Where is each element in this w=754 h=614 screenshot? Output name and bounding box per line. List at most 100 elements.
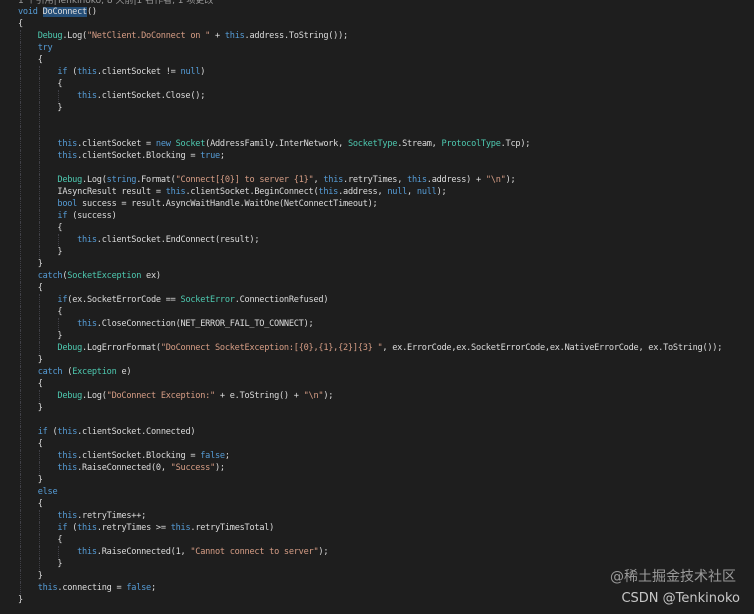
code-token: , (313, 175, 324, 185)
code-token: } (57, 559, 63, 569)
code-token: { (18, 19, 23, 29)
code-line[interactable] (0, 126, 754, 138)
code-token: { (57, 535, 63, 545)
code-line[interactable]: { (0, 282, 754, 294)
code-token: .Tcp); (500, 139, 531, 149)
code-token: ; (224, 451, 230, 461)
code-line[interactable]: { (0, 534, 754, 546)
code-token: catch (37, 271, 63, 281)
code-line[interactable]: catch(SocketException ex) (0, 270, 754, 282)
code-line[interactable]: if(ex.SocketErrorCode == SocketError.Con… (0, 294, 754, 306)
code-token: this (77, 523, 97, 533)
code-line[interactable]: } (0, 354, 754, 366)
code-token: this (57, 139, 78, 149)
code-line[interactable]: { (0, 378, 754, 390)
code-line[interactable]: } (0, 402, 754, 414)
code-line[interactable]: { (0, 306, 754, 318)
code-editor[interactable]: 1 个引用|Tenkinoko, 8 天前|1 名作者, 1 项更改 void … (0, 0, 754, 614)
code-line[interactable]: Debug.Log("NetClient.DoConnect on " + th… (0, 30, 754, 42)
code-line[interactable]: this.RaiseConnected(0, "Success"); (0, 462, 754, 474)
code-line[interactable]: this.clientSocket.EndConnect(result); (0, 234, 754, 246)
code-line[interactable]: { (0, 78, 754, 90)
code-line[interactable]: this.clientSocket = new Socket(AddressFa… (0, 138, 754, 150)
code-token: } (57, 331, 63, 341)
code-line[interactable]: } (0, 474, 754, 486)
code-line[interactable]: if (success) (0, 210, 754, 222)
code-line[interactable] (0, 162, 754, 174)
code-line[interactable]: } (0, 102, 754, 114)
code-token: Debug (37, 31, 63, 41)
code-token: (success) (67, 211, 117, 221)
code-line[interactable]: this.retryTimes++; (0, 510, 754, 522)
code-token: Exception (72, 367, 117, 377)
code-line[interactable]: this.clientSocket.Blocking = false; (0, 450, 754, 462)
code-token: .retryTimesTotal) (190, 523, 275, 533)
code-token: .clientSocket.Close(); (96, 91, 206, 101)
code-token: ); (436, 187, 447, 197)
code-line[interactable]: Debug.Log("DoConnect Exception:" + e.ToS… (0, 390, 754, 402)
code-token: .Stream, (397, 139, 442, 149)
code-token: "DoConnect SocketException:[{0},{1},{2}]… (160, 343, 383, 353)
code-line[interactable] (0, 414, 754, 426)
code-line[interactable]: } (0, 330, 754, 342)
code-line[interactable]: this.CloseConnection(NET_ERROR_FAIL_TO_C… (0, 318, 754, 330)
code-token: .ConnectionRefused) (234, 295, 329, 305)
code-token: this (57, 463, 78, 473)
code-token: Debug (57, 391, 83, 401)
code-line[interactable]: bool success = result.AsyncWaitHandle.Wa… (0, 198, 754, 210)
code-token: new (155, 139, 176, 149)
code-line[interactable]: else (0, 486, 754, 498)
code-line[interactable]: } (0, 258, 754, 270)
code-token: + e.ToString() + (214, 391, 304, 401)
code-area[interactable]: void DoConnect(){ Debug.Log("NetClient.D… (0, 6, 754, 606)
code-line[interactable]: if (this.retryTimes >= this.retryTimesTo… (0, 522, 754, 534)
code-token: } (37, 403, 43, 413)
code-line[interactable]: try (0, 42, 754, 54)
code-token: this (57, 151, 78, 161)
code-line[interactable]: void DoConnect() (0, 6, 754, 18)
code-token: (ex.SocketErrorCode == (67, 295, 181, 305)
code-token: this (37, 583, 58, 593)
code-line[interactable]: Debug.Log(string.Format("Connect[{0}] to… (0, 174, 754, 186)
code-line[interactable]: catch (Exception e) (0, 366, 754, 378)
code-token: "DoConnect Exception:" (106, 391, 216, 401)
code-line[interactable]: } (0, 246, 754, 258)
code-line[interactable]: { (0, 438, 754, 450)
code-token: "Connect[{0}] to server {1}" (175, 175, 314, 185)
code-line[interactable]: if (this.clientSocket.Connected) (0, 426, 754, 438)
code-line[interactable]: { (0, 222, 754, 234)
code-line[interactable]: this.RaiseConnected(1, "Cannot connect t… (0, 546, 754, 558)
code-token: } (18, 595, 23, 605)
code-line[interactable]: IAsyncResult result = this.clientSocket.… (0, 186, 754, 198)
code-line[interactable] (0, 114, 754, 126)
code-token: if (57, 211, 68, 221)
code-line[interactable]: { (0, 498, 754, 510)
code-line[interactable]: this.clientSocket.Close(); (0, 90, 754, 102)
code-line[interactable]: this.clientSocket.Blocking = true; (0, 150, 754, 162)
code-token: "Success" (170, 463, 216, 473)
code-token: .retryTimes >= (96, 523, 171, 533)
code-token: ); (318, 547, 329, 557)
code-token: ( (67, 523, 78, 533)
code-token: this (318, 187, 339, 197)
code-token: .Log( (82, 391, 107, 401)
code-line[interactable]: Debug.LogErrorFormat("DoConnect SocketEx… (0, 342, 754, 354)
code-line[interactable]: { (0, 18, 754, 30)
code-token: .Format( (136, 175, 176, 185)
code-token: ); (323, 391, 334, 401)
code-line[interactable]: { (0, 54, 754, 66)
code-line[interactable]: if (this.clientSocket != null) (0, 66, 754, 78)
code-token: { (57, 307, 63, 317)
code-token: .clientSocket.Blocking = (77, 451, 201, 461)
